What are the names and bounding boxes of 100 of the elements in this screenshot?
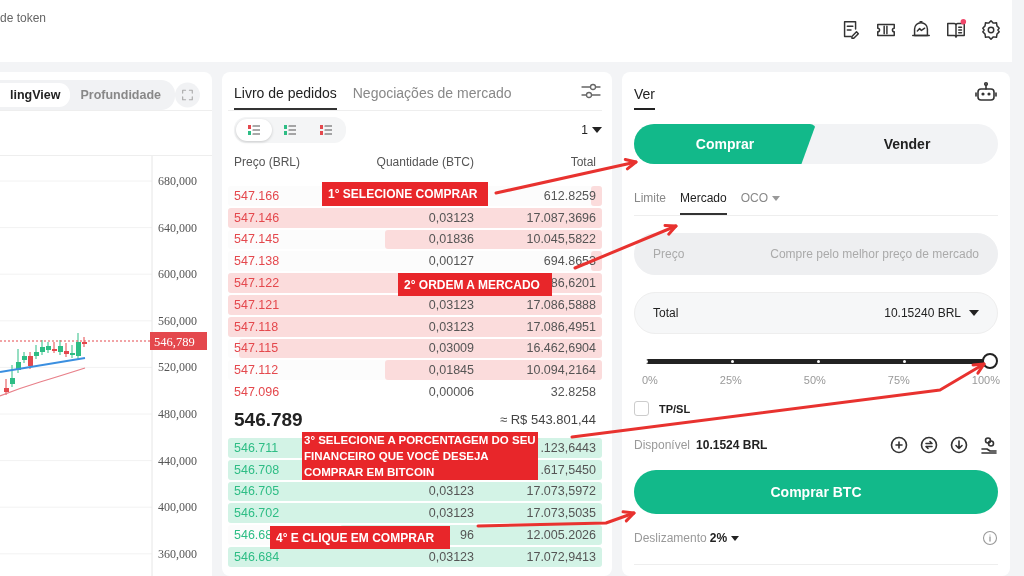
total-cell: 10.045,5822 bbox=[526, 232, 596, 247]
price-cell: 546.708 bbox=[234, 462, 280, 477]
total-cell: 86,6201 bbox=[550, 276, 596, 291]
quantity-cell: 0,01836 bbox=[428, 232, 474, 247]
price-cell: 547.118 bbox=[234, 319, 279, 334]
transfer-icon[interactable] bbox=[920, 436, 938, 454]
total-cell: 17.086,5888 bbox=[526, 297, 596, 312]
coins-icon[interactable] bbox=[980, 436, 998, 454]
axis-label: 480,000 bbox=[158, 407, 197, 421]
column-header: Total bbox=[570, 155, 596, 169]
quantity-cell: 0,03123 bbox=[428, 549, 474, 564]
quantity-cell: 0,00006 bbox=[428, 385, 474, 400]
total-field[interactable]: Total 10.15240 BRL bbox=[634, 292, 998, 334]
column-header: Quantidade (BTC) bbox=[376, 155, 474, 169]
price-cell: 546.702 bbox=[234, 506, 280, 521]
quantity-cell: 0,03123 bbox=[428, 506, 474, 521]
slider-mark: 75% bbox=[887, 374, 910, 386]
last-price: 546.789 bbox=[234, 408, 303, 431]
slippage-dropdown[interactable]: 2% bbox=[709, 531, 740, 545]
total-cell: 10.094,2164 bbox=[526, 363, 596, 378]
total-cell: 17.073,5035 bbox=[526, 506, 596, 521]
total-cell: 17.073,5972 bbox=[526, 484, 596, 499]
field-label: Total bbox=[653, 306, 679, 320]
add-icon[interactable] bbox=[890, 436, 908, 454]
axis-label: 440,000 bbox=[158, 453, 197, 468]
total-cell: .617,5450 bbox=[540, 462, 596, 477]
slider-mark: 0% bbox=[642, 374, 658, 386]
axis-label: 600,000 bbox=[158, 267, 197, 282]
list-icon bbox=[320, 124, 332, 136]
checkbox[interactable] bbox=[634, 401, 649, 416]
annotation-label: 2° ORDEM A MERCADO bbox=[398, 273, 552, 296]
price-cell: 547.112 bbox=[234, 363, 279, 378]
slider-mark: 50% bbox=[803, 374, 826, 386]
price-cell: 546.684 bbox=[234, 549, 280, 564]
quantity-cell: 0,03123 bbox=[428, 319, 474, 334]
price-tag: 546,789 bbox=[150, 332, 207, 350]
axis-label: 640,000 bbox=[158, 220, 197, 235]
price-cell: 546.705 bbox=[234, 484, 280, 499]
quantity-cell: 96 bbox=[460, 528, 474, 543]
total-cell: 17.087,3696 bbox=[526, 210, 596, 225]
field-placeholder: Compre pelo melhor preço de mercado bbox=[769, 247, 979, 261]
total-cell: .123,6443 bbox=[540, 440, 596, 455]
order-type-tab[interactable]: OCO bbox=[740, 183, 781, 215]
annotation-label: 1° SELECIONE COMPRAR bbox=[322, 182, 488, 206]
order-type-tab[interactable]: Limite bbox=[634, 183, 666, 215]
axis-label: 400,000 bbox=[158, 500, 197, 515]
slider-thumb[interactable] bbox=[982, 353, 998, 369]
price-cell: 547.121 bbox=[234, 297, 280, 312]
price-cell: 547.138 bbox=[234, 254, 280, 269]
total-cell: 32.8258 bbox=[550, 385, 596, 400]
total-cell: 17.072,9413 bbox=[526, 549, 596, 564]
download-icon[interactable] bbox=[950, 436, 968, 454]
fiat-price: ≈ R$ 543.801,44 bbox=[499, 412, 596, 428]
price-cell: 547.166 bbox=[234, 188, 280, 203]
side-tab[interactable]: Vender bbox=[816, 124, 998, 164]
caret-icon bbox=[969, 310, 979, 316]
quantity-cell: 0,03123 bbox=[428, 484, 474, 499]
total-cell: 12.005.2026 bbox=[526, 528, 596, 543]
settings-icon[interactable] bbox=[980, 19, 1002, 41]
list-icon bbox=[284, 124, 296, 136]
page-title: de token bbox=[0, 11, 47, 25]
field-value: 10.15240 BRL bbox=[883, 306, 961, 320]
column-header: Preço (BRL) bbox=[234, 155, 301, 169]
order-type-tab[interactable]: Mercado bbox=[680, 183, 727, 215]
checkbox-label: TP/SL bbox=[659, 402, 691, 415]
filter-icon[interactable] bbox=[580, 81, 602, 101]
quantity-cell: 0,00127 bbox=[428, 254, 474, 269]
balance-label: Disponível bbox=[634, 438, 691, 452]
quantity-cell: 0,01845 bbox=[428, 363, 474, 378]
total-cell: 16.462,6904 bbox=[526, 341, 596, 356]
price-cell: 546.711 bbox=[234, 440, 279, 455]
quantity-cell: 0,03009 bbox=[428, 341, 474, 356]
total-cell: 612.8259 bbox=[543, 188, 596, 203]
price-cell: 547.122 bbox=[234, 276, 280, 291]
axis-label: 520,000 bbox=[158, 360, 197, 375]
axis-label: 680,000 bbox=[158, 174, 197, 188]
price-cell: 547.096 bbox=[234, 385, 280, 400]
price-cell: 547.146 bbox=[234, 210, 280, 225]
field-label: Preço bbox=[653, 247, 685, 261]
panel-tab[interactable]: Negociações de mercado bbox=[352, 72, 512, 110]
axis-label: 360,000 bbox=[158, 546, 197, 561]
chart-tab[interactable]: lingView bbox=[0, 83, 71, 107]
slider-mark: 25% bbox=[719, 374, 742, 386]
price-cell: 547.115 bbox=[234, 341, 279, 356]
panel-tab[interactable]: Livro de pedidos bbox=[234, 72, 337, 110]
annotation-label: 3° SELECIONE A PORCENTAGEM DO SEU FINANCEIRO QUE VOCÊ DESEJA COMPRAR EM BITCOIN bbox=[302, 432, 538, 480]
quantity-cell: 0,03123 bbox=[428, 297, 474, 312]
annotation-label: 4° E CLIQUE EM COMPRAR bbox=[270, 526, 450, 549]
axis-label: 560,000 bbox=[158, 313, 197, 328]
book-icon[interactable] bbox=[945, 19, 967, 41]
price-cell: 547.145 bbox=[234, 232, 280, 247]
quantity-cell: 0,03123 bbox=[428, 210, 474, 225]
panel-tab[interactable]: Ver bbox=[634, 78, 655, 110]
total-cell: 17.086,4951 bbox=[526, 319, 596, 334]
balance-value: 10.1524 BRL bbox=[696, 438, 768, 452]
info-icon[interactable] bbox=[982, 530, 998, 546]
slippage-label: Deslizamento bbox=[634, 531, 707, 545]
slider-mark: 100% bbox=[971, 374, 1000, 386]
list-icon bbox=[248, 124, 260, 136]
precision-dropdown[interactable]: 1 bbox=[581, 123, 602, 137]
